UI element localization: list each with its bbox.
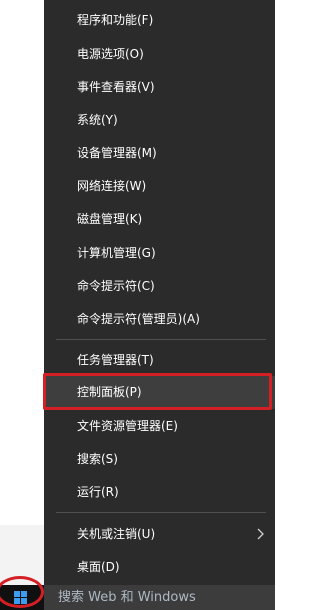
search-placeholder: 搜索 Web 和 Windows [58, 590, 196, 605]
menu-item-label: 程序和功能(F) [77, 13, 154, 27]
menu-item-label: 命令提示符(管理员)(A) [77, 312, 200, 326]
menu-item-label: 搜索(S) [77, 452, 118, 466]
desktop-background [0, 0, 44, 585]
menu-item-label: 文件资源管理器(E) [77, 419, 178, 433]
menu-item-label: 事件查看器(V) [77, 80, 155, 94]
menu-item-label: 运行(R) [77, 485, 119, 499]
menu-item-run[interactable]: 运行(R) [44, 476, 275, 509]
control-panel-highlight-annotation [43, 373, 272, 410]
taskbar-search-box[interactable]: 搜索 Web 和 Windows [44, 585, 275, 610]
chevron-right-icon [255, 518, 267, 551]
search-icon [46, 585, 56, 610]
menu-item-label: 命令提示符(C) [77, 279, 155, 293]
menu-item-search[interactable]: 搜索(S) [44, 443, 275, 476]
menu-item-system[interactable]: 系统(Y) [44, 104, 275, 137]
menu-item-power-options[interactable]: 电源选项(O) [44, 38, 275, 71]
menu-separator [56, 512, 266, 513]
menu-item-disk-management[interactable]: 磁盘管理(K) [44, 203, 275, 236]
menu-item-label: 系统(Y) [77, 113, 118, 127]
menu-item-label: 网络连接(W) [77, 179, 147, 193]
menu-item-device-manager[interactable]: 设备管理器(M) [44, 137, 275, 170]
menu-item-desktop[interactable]: 桌面(D) [44, 551, 275, 584]
menu-separator [56, 339, 266, 340]
menu-item-label: 磁盘管理(K) [77, 212, 143, 226]
menu-item-network-connections[interactable]: 网络连接(W) [44, 170, 275, 203]
menu-item-programs-features[interactable]: 程序和功能(F) [44, 4, 275, 37]
menu-item-command-prompt-admin[interactable]: 命令提示符(管理员)(A) [44, 303, 275, 336]
menu-item-shutdown-signout[interactable]: 关机或注销(U) [44, 518, 275, 551]
menu-item-command-prompt[interactable]: 命令提示符(C) [44, 270, 275, 303]
menu-item-file-explorer[interactable]: 文件资源管理器(E) [44, 410, 275, 443]
menu-item-label: 设备管理器(M) [77, 146, 157, 160]
menu-item-label: 桌面(D) [77, 560, 120, 574]
menu-item-label: 电源选项(O) [77, 47, 144, 61]
menu-item-label: 关机或注销(U) [77, 527, 156, 541]
menu-item-label: 计算机管理(G) [77, 246, 156, 260]
menu-item-computer-management[interactable]: 计算机管理(G) [44, 237, 275, 270]
winx-context-menu: 程序和功能(F) 电源选项(O) 事件查看器(V) 系统(Y) 设备管理器(M)… [44, 0, 275, 585]
menu-item-event-viewer[interactable]: 事件查看器(V) [44, 71, 275, 104]
